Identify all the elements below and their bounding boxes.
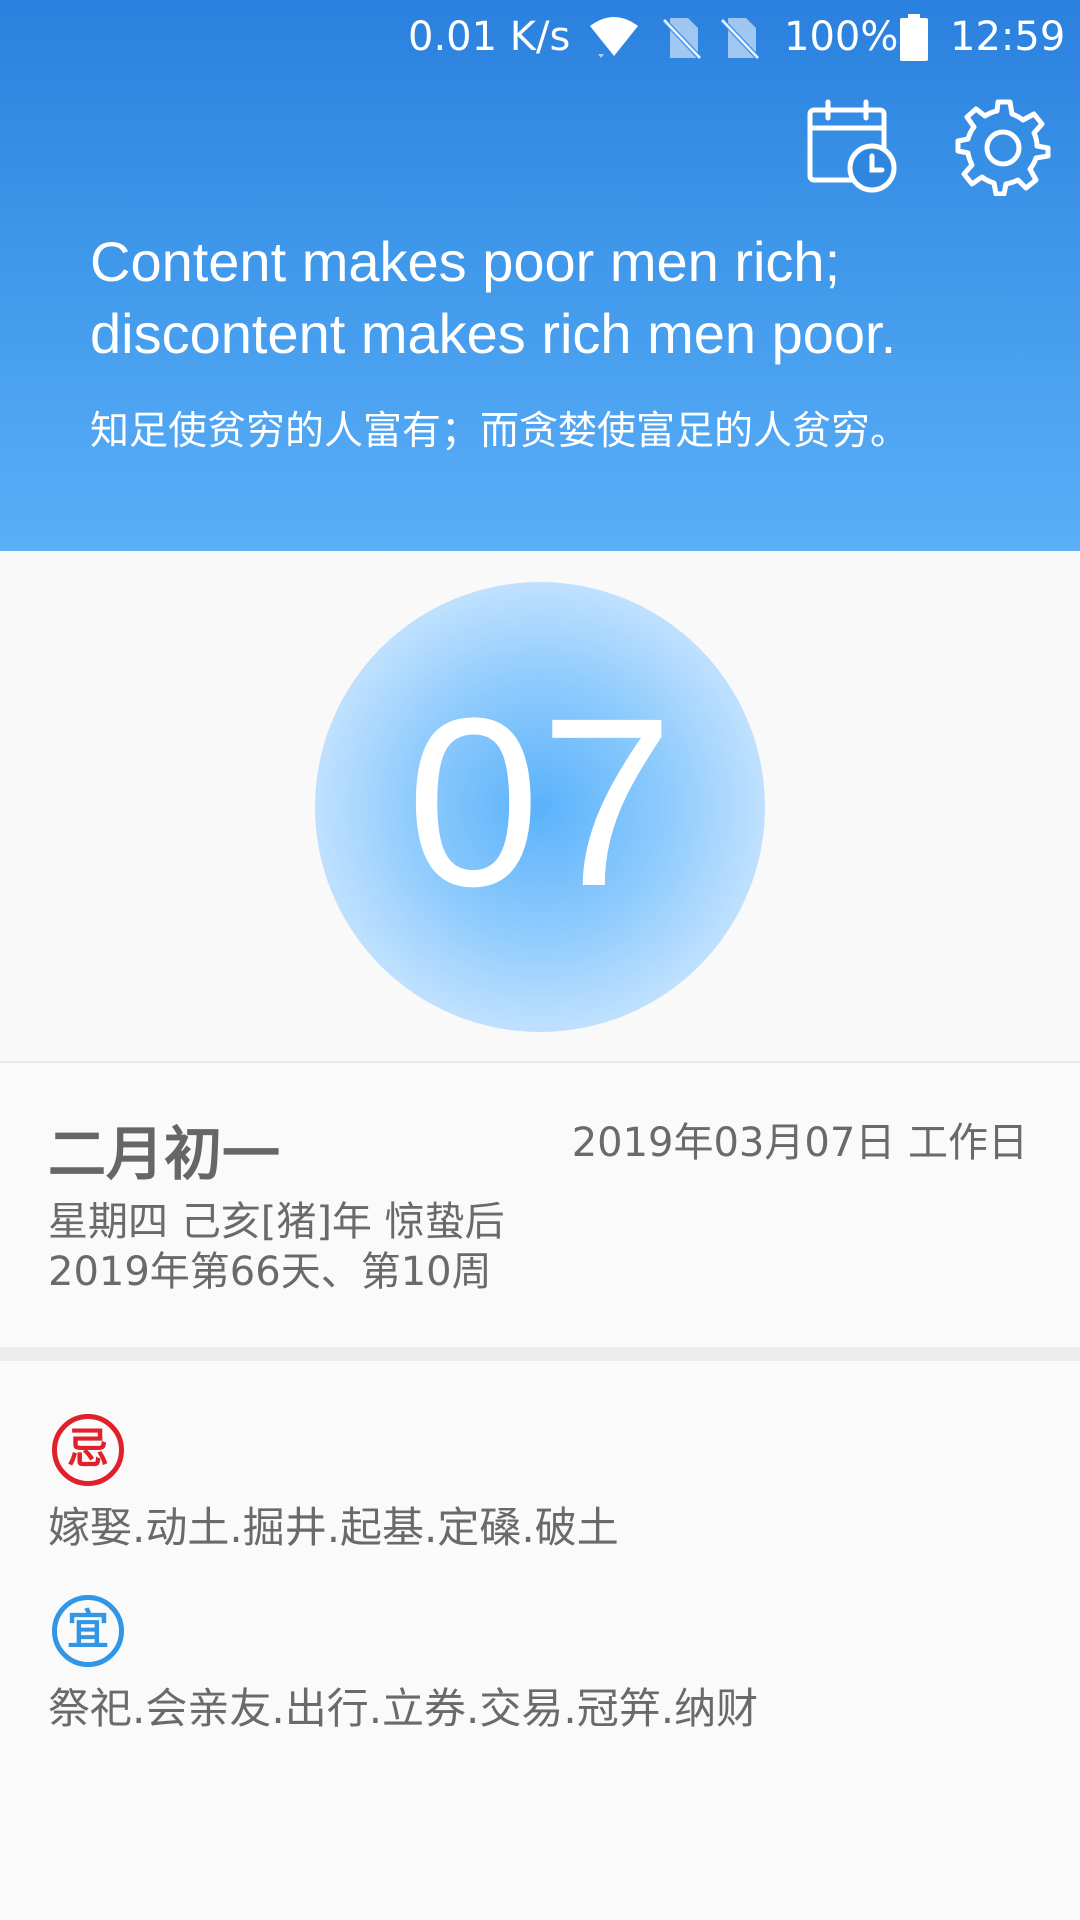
avoid-activities: 嫁娶.动土.掘井.起基.定磉.破土: [48, 1503, 619, 1552]
battery-percent: 100%: [784, 14, 899, 60]
day-of-year-info: 2019年第66天、第10周: [48, 1249, 492, 1295]
quote-chinese: 知足使贫穷的人富有；而贪婪使富足的人贫穷。: [90, 409, 910, 454]
no-sim-icon: [720, 16, 760, 72]
wifi-icon: [588, 14, 640, 70]
calendar-history-button[interactable]: [802, 96, 902, 196]
suitable-badge-icon: 宜: [52, 1595, 124, 1667]
calendar-clock-icon: [807, 99, 897, 193]
network-speed: 0.01 K/s: [408, 14, 571, 60]
date-info-card: 二月初一 2019年03月07日 工作日 星期四 己亥[猪]年 惊蛰后 2019…: [0, 1063, 1080, 1347]
clock-time: 12:59: [950, 14, 1066, 60]
lunar-date: 二月初一: [48, 1120, 281, 1188]
weekday-zodiac-info: 星期四 己亥[猪]年 惊蛰后: [48, 1199, 505, 1245]
suitable-activities: 祭祀.会亲友.出行.立券.交易.冠笄.纳财: [48, 1684, 759, 1733]
day-number: 07: [406, 668, 674, 936]
almanac-section: 忌 嫁娶.动土.掘井.起基.定磉.破土 宜 祭祀.会亲友.出行.立券.交易.冠笄…: [0, 1361, 1080, 1920]
gregorian-date: 2019年03月07日 工作日: [571, 1120, 1028, 1166]
settings-button[interactable]: [954, 96, 1054, 197]
avoid-badge-icon: 忌: [52, 1414, 124, 1486]
battery-icon: [899, 14, 929, 74]
section-divider: [0, 1347, 1080, 1361]
screen: 0.01 K/s 100% 12:59 Content makes poor m…: [0, 0, 1080, 1920]
header: 0.01 K/s 100% 12:59 Content makes poor m…: [0, 0, 1080, 551]
gear-icon: [955, 99, 1051, 197]
no-sim-icon: [662, 16, 702, 72]
status-bar: 0.01 K/s 100% 12:59: [0, 0, 1080, 76]
day-section: 07: [0, 551, 1080, 1061]
day-circle: 07: [315, 582, 765, 1032]
quote-english: Content makes poor men rich; discontent …: [90, 230, 897, 365]
